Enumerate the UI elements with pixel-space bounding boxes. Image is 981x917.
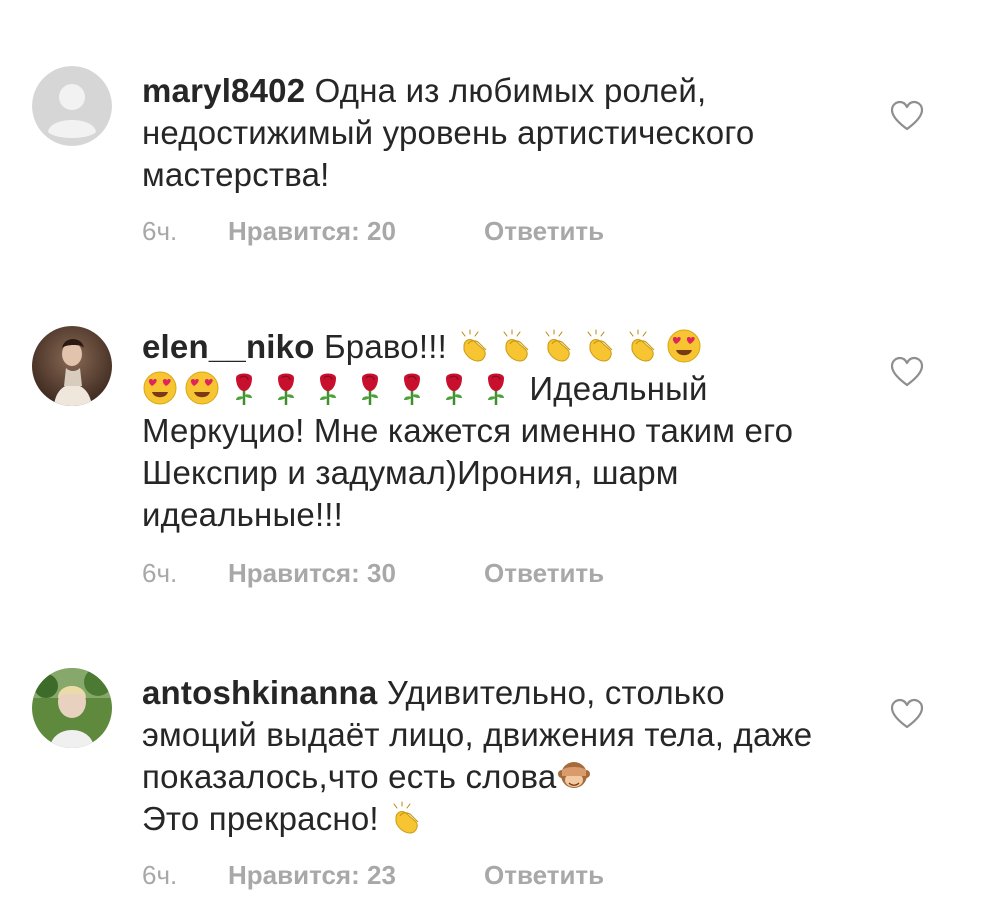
comment-meta: 6ч. Нравится: 30 Ответить — [142, 558, 604, 589]
default-avatar-icon — [32, 66, 112, 146]
reply-button[interactable]: Ответить — [484, 216, 604, 247]
heart-eyes-emoji — [142, 370, 178, 406]
clapping-hands-emoji — [582, 328, 618, 364]
likes-count[interactable]: Нравится: 30 — [228, 558, 484, 589]
avatar[interactable] — [32, 66, 112, 146]
comment-meta: 6ч. Нравится: 23 Ответить — [142, 860, 604, 891]
clapping-hands-emoji — [498, 328, 534, 364]
emoji-clap — [388, 800, 430, 837]
rose-emoji — [310, 370, 346, 406]
photo-avatar-image — [32, 668, 112, 748]
heart-icon[interactable] — [890, 698, 924, 732]
rose-emoji — [394, 370, 430, 406]
see-no-evil-monkey-emoji — [556, 758, 592, 794]
heart-icon[interactable] — [890, 100, 924, 134]
rose-emoji — [226, 370, 262, 406]
clapping-hands-emoji — [388, 800, 424, 836]
clapping-hands-emoji — [624, 328, 660, 364]
rose-emoji — [268, 370, 304, 406]
username[interactable]: elen__niko — [142, 328, 315, 365]
avatar[interactable] — [32, 668, 112, 748]
heart-eyes-emoji — [184, 370, 220, 406]
emoji-see-no-evil — [556, 758, 598, 795]
heart-icon[interactable] — [890, 356, 924, 390]
username[interactable]: maryl8402 — [142, 72, 305, 109]
timestamp: 6ч. — [142, 860, 178, 890]
comment-text: elen__niko Браво!!! Идеальный Меркуцио! … — [142, 326, 842, 536]
comment-text: antoshkinanna Удивительно, столько эмоци… — [142, 672, 832, 840]
comment-body-start: Браво!!! — [323, 328, 447, 365]
timestamp: 6ч. — [142, 216, 178, 246]
comment-text: maryl8402 Одна из любимых ролей, недости… — [142, 70, 802, 196]
rose-emoji — [436, 370, 472, 406]
comment-meta: 6ч. Нравится: 20 Ответить — [142, 216, 604, 247]
photo-avatar-image — [32, 326, 112, 406]
heart-eyes-emoji — [666, 328, 702, 364]
clapping-hands-emoji — [540, 328, 576, 364]
emoji-row-2 — [142, 370, 520, 407]
timestamp: 6ч. — [142, 558, 178, 588]
reply-button[interactable]: Ответить — [484, 558, 604, 589]
rose-emoji — [352, 370, 388, 406]
rose-emoji — [478, 370, 514, 406]
clapping-hands-emoji — [456, 328, 492, 364]
likes-count[interactable]: Нравится: 23 — [228, 860, 484, 891]
reply-button[interactable]: Ответить — [484, 860, 604, 891]
comment-body-end: Это прекрасно! — [142, 800, 379, 837]
emoji-row-1 — [456, 328, 708, 365]
username[interactable]: antoshkinanna — [142, 674, 377, 711]
likes-count[interactable]: Нравится: 20 — [228, 216, 484, 247]
avatar[interactable] — [32, 326, 112, 406]
